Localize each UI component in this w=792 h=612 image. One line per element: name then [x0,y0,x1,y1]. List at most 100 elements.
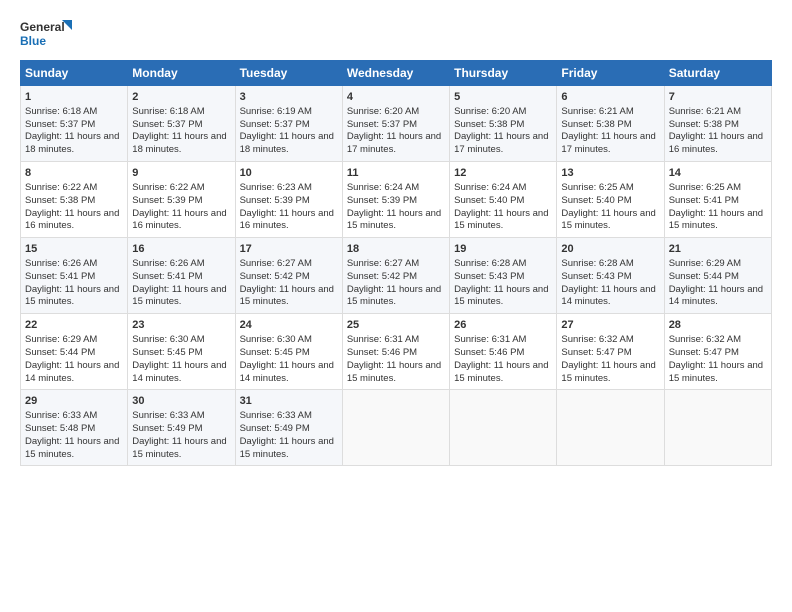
sunrise: Sunrise: 6:22 AM [25,182,97,193]
sunrise: Sunrise: 6:19 AM [240,106,312,117]
daylight: Daylight: 11 hours and 15 minutes. [347,208,441,232]
day-number: 7 [669,90,767,105]
sunset: Sunset: 5:41 PM [25,271,95,282]
sunset: Sunset: 5:45 PM [240,347,310,358]
calendar-week-3: 15 Sunrise: 6:26 AM Sunset: 5:41 PM Dayligh… [21,238,772,314]
calendar-week-2: 8Sunrise: 6:22 AMSunset: 5:38 PMDaylight… [21,162,772,238]
daylight: Daylight: 11 hours and 17 minutes. [561,131,655,155]
sunset: Sunset: 5:39 PM [132,195,202,206]
calendar-cell: 14Sunrise: 6:25 AMSunset: 5:41 PMDayligh… [664,162,771,238]
daylight: Daylight: 11 hours and 17 minutes. [347,131,441,155]
sunset: Sunset: 5:42 PM [240,271,310,282]
col-header-wednesday: Wednesday [342,61,449,86]
daylight: Daylight: 11 hours and 14 minutes. [561,284,655,308]
day-number: 1 [25,90,123,105]
calendar-cell: 2Sunrise: 6:18 AMSunset: 5:37 PMDaylight… [128,86,235,162]
daylight: Daylight: 11 hours and 15 minutes. [240,284,334,308]
daylight: Daylight: 11 hours and 15 minutes. [347,284,441,308]
daylight: Daylight: 11 hours and 16 minutes. [669,131,763,155]
day-number: 9 [132,166,230,181]
day-number: 26 [454,318,552,333]
svg-text:Blue: Blue [20,34,46,48]
calendar-cell: 23Sunrise: 6:30 AMSunset: 5:45 PMDayligh… [128,314,235,390]
sunrise: Sunrise: 6:29 AM [669,258,741,269]
sunset: Sunset: 5:38 PM [669,119,739,130]
day-number: 30 [132,394,230,409]
calendar-cell [664,390,771,466]
sunrise: Sunrise: 6:24 AM [347,182,419,193]
day-number: 31 [240,394,338,409]
calendar-cell: 22Sunrise: 6:29 AMSunset: 5:44 PMDayligh… [21,314,128,390]
page: General Blue SundayMondayTuesdayWednesda… [0,0,792,612]
calendar-week-4: 22Sunrise: 6:29 AMSunset: 5:44 PMDayligh… [21,314,772,390]
calendar-cell: 7Sunrise: 6:21 AMSunset: 5:38 PMDaylight… [664,86,771,162]
col-header-sunday: Sunday [21,61,128,86]
col-header-tuesday: Tuesday [235,61,342,86]
daylight: Daylight: 11 hours and 15 minutes. [454,284,548,308]
daylight: Daylight: 11 hours and 18 minutes. [25,131,119,155]
daylight: Daylight: 11 hours and 14 minutes. [240,360,334,384]
daylight: Daylight: 11 hours and 14 minutes. [132,360,226,384]
sunrise: Sunrise: 6:22 AM [132,182,204,193]
sunset: Sunset: 5:49 PM [132,423,202,434]
sunset: Sunset: 5:39 PM [240,195,310,206]
calendar-cell: 12Sunrise: 6:24 AMSunset: 5:40 PMDayligh… [450,162,557,238]
sunset: Sunset: 5:38 PM [25,195,95,206]
calendar-cell: 5Sunrise: 6:20 AMSunset: 5:38 PMDaylight… [450,86,557,162]
calendar-cell: 24Sunrise: 6:30 AMSunset: 5:45 PMDayligh… [235,314,342,390]
day-number: 11 [347,166,445,181]
sunrise: Sunrise: 6:33 AM [132,410,204,421]
header: General Blue [20,18,772,50]
daylight: Daylight: 11 hours and 15 minutes. [347,360,441,384]
sunrise: Sunrise: 6:32 AM [561,334,633,345]
day-number: 15 [25,242,123,257]
sunrise: Sunrise: 6:21 AM [561,106,633,117]
daylight: Daylight: 11 hours and 15 minutes. [561,360,655,384]
daylight: Daylight: 11 hours and 15 minutes. [132,436,226,460]
daylight: Daylight: 11 hours and 15 minutes. [240,436,334,460]
sunset: Sunset: 5:45 PM [132,347,202,358]
calendar-cell [450,390,557,466]
day-number: 18 [347,242,445,257]
daylight: Daylight: 11 hours and 15 minutes. [25,284,119,308]
sunrise: Sunrise: 6:23 AM [240,182,312,193]
sunrise: Sunrise: 6:33 AM [240,410,312,421]
sunset: Sunset: 5:37 PM [240,119,310,130]
sunset: Sunset: 5:37 PM [25,119,95,130]
daylight: Daylight: 11 hours and 15 minutes. [561,208,655,232]
calendar-cell: 1Sunrise: 6:18 AM Sunset: 5:37 PMDaylight… [21,86,128,162]
calendar-cell: 29Sunrise: 6:33 AMSunset: 5:48 PMDayligh… [21,390,128,466]
sunrise: Sunrise: 6:27 AM [347,258,419,269]
sunrise: Sunrise: 6:29 AM [25,334,97,345]
sunrise: Sunrise: 6:18 AM [25,106,97,117]
sunrise: Sunrise: 6:32 AM [669,334,741,345]
sunset: Sunset: 5:46 PM [454,347,524,358]
col-header-monday: Monday [128,61,235,86]
sunset: Sunset: 5:39 PM [347,195,417,206]
day-number: 19 [454,242,552,257]
sunset: Sunset: 5:46 PM [347,347,417,358]
sunset: Sunset: 5:41 PM [132,271,202,282]
daylight: Daylight: 11 hours and 16 minutes. [240,208,334,232]
sunset: Sunset: 5:47 PM [669,347,739,358]
daylight: Daylight: 11 hours and 15 minutes. [669,208,763,232]
sunset: Sunset: 5:42 PM [347,271,417,282]
sunrise: Sunrise: 6:26 AM [132,258,204,269]
day-number: 24 [240,318,338,333]
sunrise: Sunrise: 6:18 AM [132,106,204,117]
sunrise: Sunrise: 6:31 AM [347,334,419,345]
sunrise: Sunrise: 6:25 AM [561,182,633,193]
calendar-week-1: 1Sunrise: 6:18 AMSunset: 5:37 PMDaylight… [21,86,772,162]
day-number: 20 [561,242,659,257]
day-number: 6 [561,90,659,105]
calendar-cell: 20Sunrise: 6:28 AMSunset: 5:43 PMDayligh… [557,238,664,314]
sunrise: Sunrise: 6:30 AM [132,334,204,345]
svg-text:General: General [20,20,65,34]
sunrise: Sunrise: 6:20 AM [454,106,526,117]
daylight: Daylight: 11 hours and 18 minutes. [132,131,226,155]
sunset: Sunset: 5:40 PM [454,195,524,206]
daylight: Daylight: 11 hours and 14 minutes. [669,284,763,308]
daylight: Daylight: 11 hours and 18 minutes. [240,131,334,155]
daylight: Daylight: 11 hours and 15 minutes. [454,360,548,384]
daylight: Daylight: 11 hours and 15 minutes. [669,360,763,384]
